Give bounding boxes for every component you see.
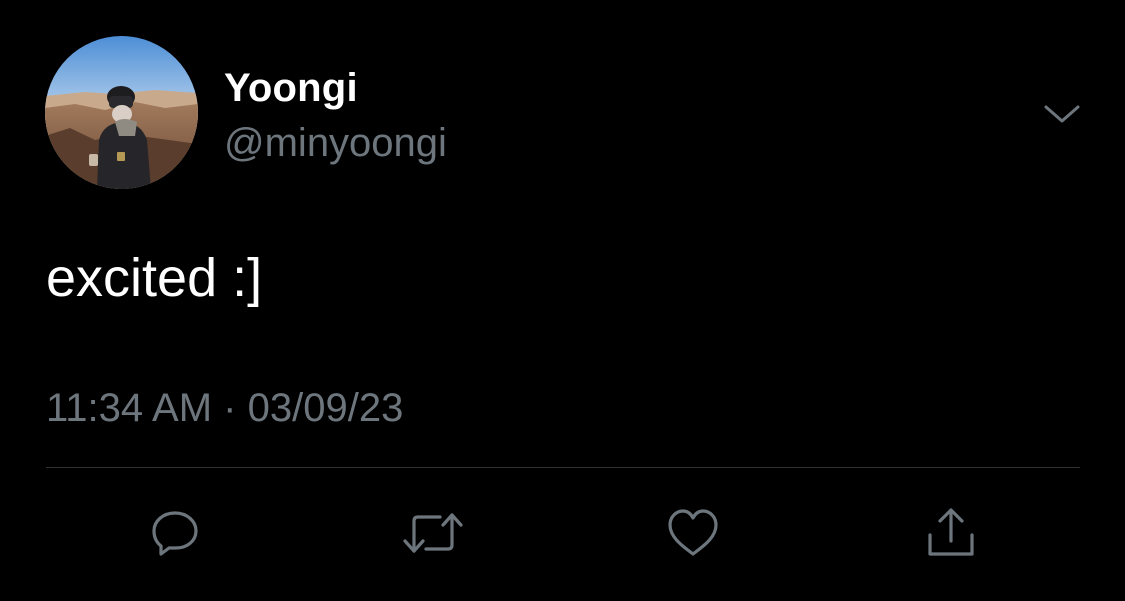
reply-icon [152, 511, 198, 556]
share-button[interactable] [918, 500, 984, 566]
tweet-text: excited :] [46, 248, 263, 308]
more-options-button[interactable] [1038, 92, 1086, 136]
tweet-actions [0, 500, 1125, 566]
retweet-icon [403, 513, 463, 553]
tweet-time: 11:34 AM [46, 386, 213, 430]
author-display-name[interactable]: Yoongi [224, 64, 358, 112]
reply-button[interactable] [142, 500, 208, 566]
avatar[interactable] [45, 36, 198, 189]
chevron-down-icon [1044, 105, 1080, 123]
like-button[interactable] [660, 500, 726, 566]
tweet-date: 03/09/23 [247, 386, 404, 430]
meta-separator: · [223, 386, 237, 430]
divider [46, 467, 1080, 468]
retweet-button[interactable] [400, 500, 466, 566]
tweet-timestamp[interactable]: 11:34 AM · 03/09/23 [46, 384, 403, 432]
avatar-photo [45, 36, 198, 189]
tweet-detail: Yoongi @minyoongi excited :] 11:34 AM · … [0, 0, 1125, 601]
heart-icon [668, 509, 718, 556]
share-icon [928, 508, 974, 556]
author-handle[interactable]: @minyoongi [224, 119, 447, 167]
